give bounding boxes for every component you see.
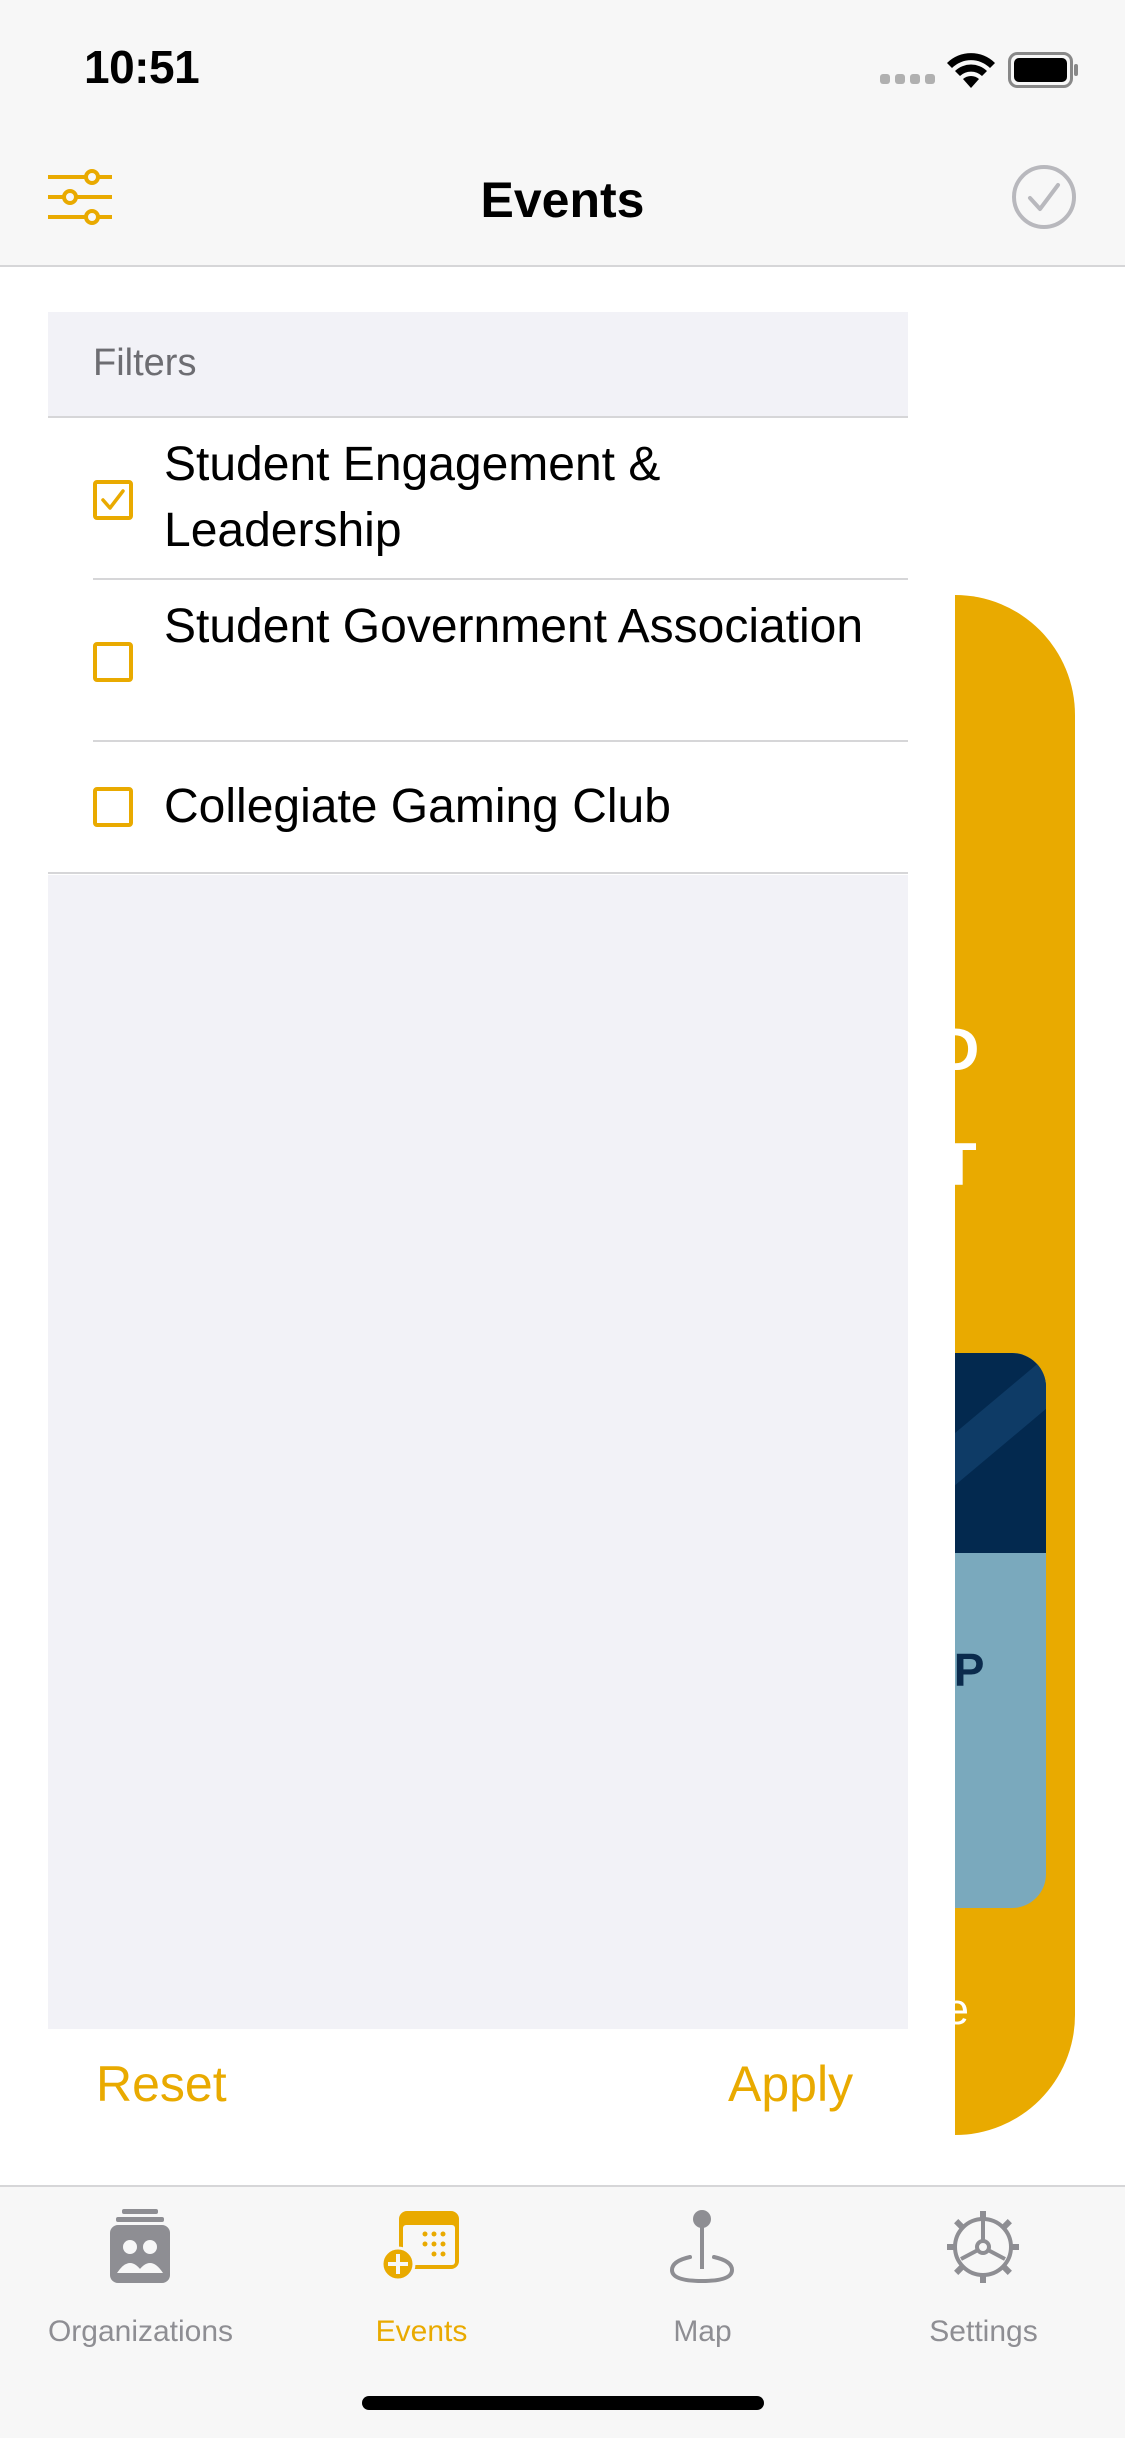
tab-label: Events <box>375 2315 468 2348</box>
reset-button[interactable]: Reset <box>96 2055 227 2113</box>
home-indicator[interactable] <box>362 2396 764 2410</box>
tab-map[interactable]: Map <box>562 2207 843 2357</box>
status-bar: 10:51 <box>0 0 1125 135</box>
tab-organizations[interactable]: Organizations <box>0 2207 281 2357</box>
tab-label: Map <box>673 2315 732 2348</box>
filter-label: Student Government Association <box>164 600 864 653</box>
filter-label: Collegiate Gaming Club <box>164 780 671 833</box>
events-calendar-icon <box>381 2211 459 2282</box>
tab-events[interactable]: Events <box>281 2207 562 2357</box>
checkbox-checked-icon[interactable] <box>93 480 133 520</box>
page-title: Events <box>480 172 645 228</box>
organizations-icon <box>110 2209 170 2283</box>
checkbox-unchecked-icon[interactable] <box>93 787 133 827</box>
filter-panel: Filters Student Engagement & Leadership … <box>0 267 955 2185</box>
cellular-signal-icon <box>880 74 936 84</box>
filters-header-label: Filters <box>93 342 197 384</box>
gear-icon <box>947 2211 1019 2283</box>
filter-row-collegiate-gaming[interactable]: Collegiate Gaming Club <box>48 742 908 874</box>
navigation-bar: Events <box>0 135 1125 267</box>
map-pin-icon <box>669 2210 735 2284</box>
apply-button[interactable]: Apply <box>728 2055 853 2113</box>
filter-list-empty-area <box>48 875 908 2029</box>
status-time: 10:51 <box>84 41 200 93</box>
filter-list: Student Engagement & Leadership Student … <box>48 418 908 874</box>
tab-label: Organizations <box>47 2315 234 2348</box>
filter-row-student-engagement[interactable]: Student Engagement & Leadership <box>48 418 908 580</box>
tab-settings[interactable]: Settings <box>843 2207 1124 2357</box>
battery-icon <box>1008 52 1078 88</box>
checkbox-unchecked-icon[interactable] <box>93 642 133 682</box>
wifi-icon <box>947 53 995 88</box>
filters-section-header: Filters <box>48 312 908 418</box>
tab-label: Settings <box>929 2315 1038 2348</box>
filter-row-student-government[interactable]: Student Government Association <box>48 580 908 742</box>
filter-label: Student Engagement & Leadership <box>164 438 661 557</box>
checkmark-circle-icon[interactable] <box>1010 163 1078 231</box>
